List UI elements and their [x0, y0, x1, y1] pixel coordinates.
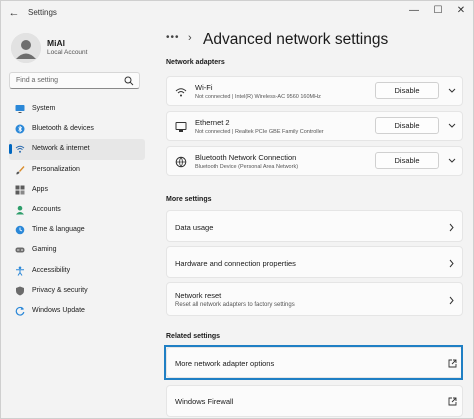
gamepad-icon — [15, 247, 25, 253]
user-name: MiAl — [47, 38, 65, 48]
adapter-name: Wi-Fi — [195, 83, 213, 92]
sidebar-item-bluetooth[interactable]: Bluetooth & devices — [9, 119, 145, 139]
setting-title: Windows Firewall — [175, 397, 234, 406]
sidebar-item-label: Apps — [32, 185, 48, 193]
wifi-icon — [175, 88, 187, 97]
adapter-name: Ethernet 2 — [195, 118, 230, 127]
close-button[interactable]: ✕ — [452, 4, 470, 18]
sidebar-item-label: Accounts — [32, 205, 61, 213]
user-avatar-icon — [11, 33, 41, 63]
account-type: Local Account — [47, 49, 88, 56]
sidebar-item-windows-update[interactable]: Windows Update — [9, 301, 145, 321]
sidebar-item-gaming[interactable]: Gaming — [9, 240, 145, 260]
setting-subtitle: Reset all network adapters to factory se… — [175, 302, 295, 308]
sidebar-item-accessibility[interactable]: Accessibility — [9, 261, 145, 281]
sidebar-item-label: Bluetooth & devices — [32, 125, 94, 133]
sidebar-item-network[interactable]: Network & internet — [9, 139, 145, 160]
maximize-button[interactable]: ☐ — [429, 4, 447, 18]
sidebar-item-label: Accessibility — [32, 266, 71, 274]
sidebar-item-label: Privacy & security — [32, 286, 88, 294]
chevron-down-icon[interactable] — [447, 157, 457, 165]
shield-icon — [16, 286, 24, 296]
setting-card-data-usage[interactable]: Data usage — [166, 210, 463, 242]
globe-icon — [175, 156, 187, 168]
setting-title: Hardware and connection properties — [175, 259, 296, 268]
disable-button[interactable]: Disable — [375, 117, 439, 134]
person-icon — [16, 205, 24, 215]
monitor-icon — [15, 105, 25, 113]
disable-button[interactable]: Disable — [375, 82, 439, 99]
sidebar-item-privacy[interactable]: Privacy & security — [9, 281, 145, 301]
update-icon — [15, 306, 25, 316]
section-title-related-settings: Related settings — [166, 333, 221, 340]
wifi-icon — [15, 146, 25, 154]
title-bar: ← Settings — ☐ ✕ — [1, 1, 474, 27]
related-card-windows-firewall[interactable]: Windows Firewall — [166, 385, 463, 417]
bluetooth-icon — [15, 124, 25, 134]
sidebar-item-label: Network & internet — [32, 145, 90, 153]
chevron-down-icon[interactable] — [447, 122, 457, 130]
sidebar-nav: System Bluetooth & devices Network & int… — [9, 99, 145, 321]
disable-button[interactable]: Disable — [375, 152, 439, 169]
chevron-down-icon[interactable] — [447, 87, 457, 95]
sidebar-item-personalization[interactable]: Personalization — [9, 160, 145, 180]
setting-title: Network reset — [175, 291, 222, 300]
adapter-detail: Not connected | Intel(R) Wireless-AC 956… — [195, 94, 321, 100]
breadcrumb-chevron-icon: › — [188, 32, 192, 44]
sidebar-item-accounts[interactable]: Accounts — [9, 200, 145, 220]
adapter-detail: Bluetooth Device (Personal Area Network) — [195, 164, 299, 170]
selection-highlight — [164, 345, 463, 380]
section-title-network-adapters: Network adapters — [166, 59, 225, 66]
breadcrumb-overflow[interactable]: ••• — [166, 32, 180, 43]
setting-title: Data usage — [175, 223, 214, 232]
setting-card-hardware-properties[interactable]: Hardware and connection properties — [166, 246, 463, 278]
back-arrow-icon[interactable]: ← — [7, 6, 21, 20]
section-title-more-settings: More settings — [166, 196, 212, 203]
adapter-detail: Not connected | Realtek PCIe GBE Family … — [195, 129, 324, 135]
sidebar-item-label: Windows Update — [32, 306, 85, 314]
sidebar-item-time-language[interactable]: Time & language — [9, 220, 145, 240]
sidebar-item-system[interactable]: System — [9, 99, 145, 119]
sidebar-item-label: Personalization — [32, 165, 80, 173]
adapter-card-bluetooth-network[interactable]: Bluetooth Network Connection Bluetooth D… — [166, 146, 463, 176]
sidebar-item-apps[interactable]: Apps — [9, 180, 145, 200]
search-placeholder: Find a setting — [16, 77, 59, 84]
chevron-right-icon — [449, 259, 454, 268]
brush-icon — [16, 165, 25, 175]
settings-window: ← Settings — ☐ ✕ MiAl Local Account Find… — [0, 0, 474, 419]
chevron-right-icon — [449, 223, 454, 232]
sidebar-item-label: Gaming — [32, 246, 57, 254]
avatar[interactable] — [11, 33, 41, 63]
accessibility-icon — [16, 266, 24, 276]
apps-icon — [15, 185, 25, 195]
window-title: Settings — [28, 8, 57, 17]
adapter-name: Bluetooth Network Connection — [195, 153, 297, 162]
chevron-right-icon — [449, 296, 454, 305]
minimize-button[interactable]: — — [405, 4, 423, 18]
setting-card-network-reset[interactable]: Network reset Reset all network adapters… — [166, 282, 463, 316]
external-link-icon — [448, 397, 457, 406]
adapter-card-ethernet[interactable]: Ethernet 2 Not connected | Realtek PCIe … — [166, 111, 463, 141]
adapter-card-wifi[interactable]: Wi-Fi Not connected | Intel(R) Wireless-… — [166, 76, 463, 106]
ethernet-icon — [175, 122, 187, 132]
search-icon — [124, 76, 134, 86]
sidebar-item-label: System — [32, 105, 56, 112]
page-title: Advanced network settings — [203, 31, 389, 48]
globe-clock-icon — [15, 225, 25, 235]
sidebar-item-label: Time & language — [32, 226, 85, 234]
search-input[interactable]: Find a setting — [9, 72, 140, 89]
